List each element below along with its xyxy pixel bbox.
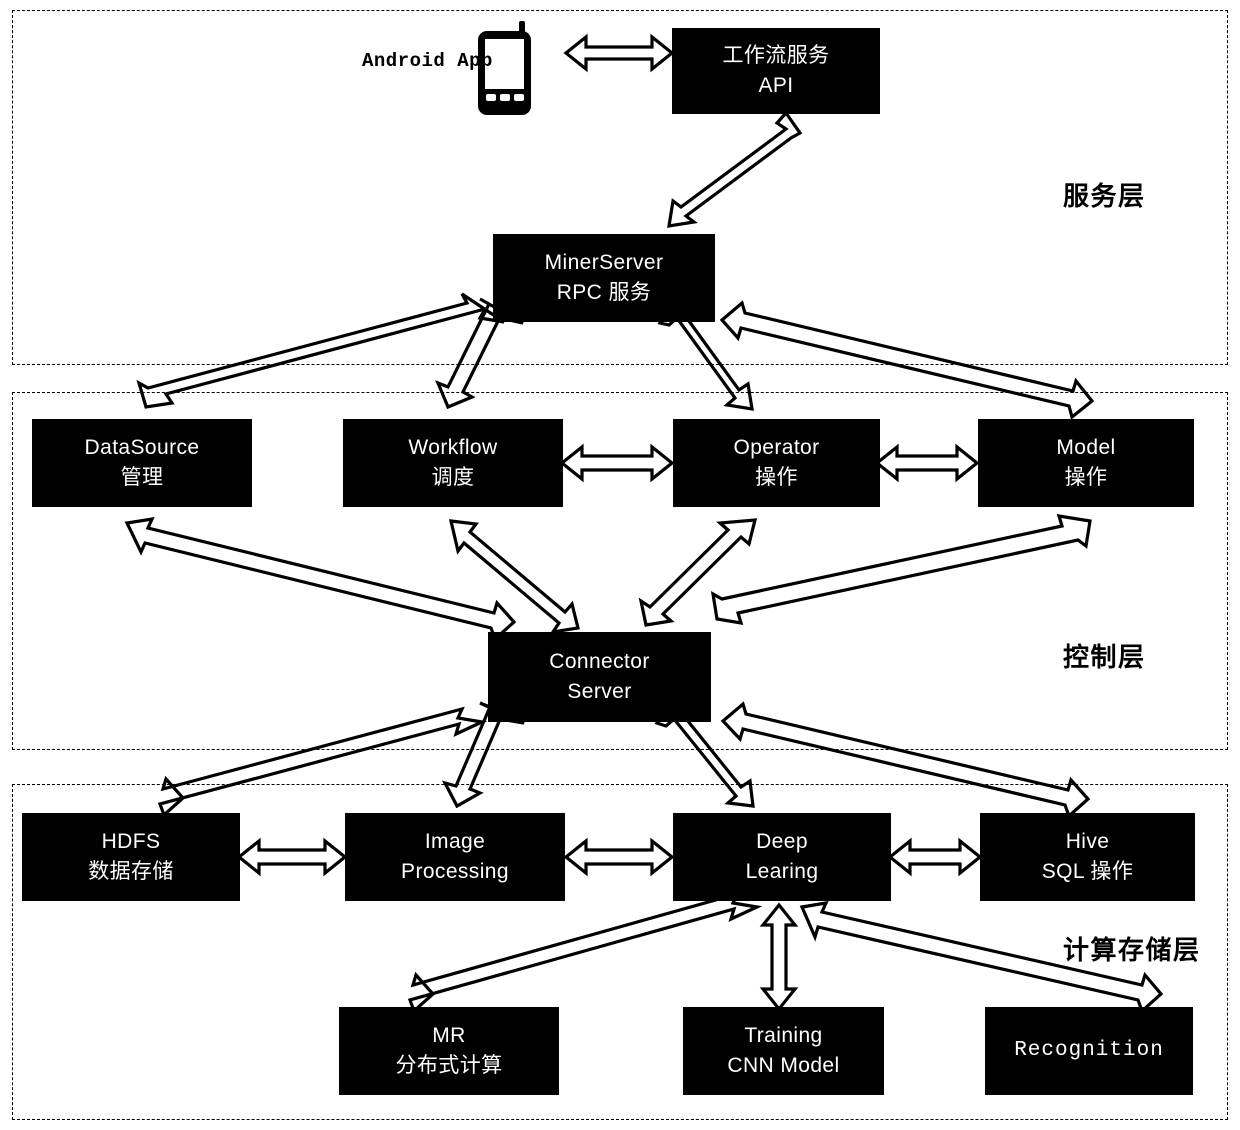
node-deep-learning-line1: Deep <box>756 829 808 853</box>
node-mr-line1: MR <box>432 1023 466 1047</box>
node-workflow-api-line2: API <box>758 74 794 97</box>
node-workflow-line2: 调度 <box>431 466 475 489</box>
node-image-processing-line2: Processing <box>401 860 509 883</box>
node-model-line2: 操作 <box>1064 466 1108 489</box>
node-hive-line2: SQL 操作 <box>1041 860 1134 883</box>
node-deep-learning-line2: Learing <box>745 860 819 883</box>
node-mr-line2: 分布式计算 <box>395 1054 503 1077</box>
node-workflow-api-line1: 工作流服务 <box>722 43 830 67</box>
node-training-line2: CNN Model <box>727 1054 840 1077</box>
node-mr[interactable]: MR 分布式计算 <box>339 1007 559 1095</box>
android-app-label: Android App <box>362 50 493 72</box>
node-training-line1: Training <box>744 1023 823 1047</box>
layer-caption-compute: 计算存储层 <box>1063 935 1201 965</box>
node-model[interactable]: Model 操作 <box>978 419 1194 507</box>
node-workflow[interactable]: Workflow 调度 <box>343 419 563 507</box>
node-model-line1: Model <box>1056 435 1116 459</box>
node-recognition-line1: Recognition <box>1014 1038 1164 1062</box>
node-connector-server[interactable]: Connector Server <box>488 632 711 722</box>
node-workflow-api[interactable]: 工作流服务 API <box>672 28 880 114</box>
node-datasource-line1: DataSource <box>84 435 200 459</box>
layer-caption-service: 服务层 <box>1063 181 1146 211</box>
node-miner-server-line1: MinerServer <box>544 250 664 274</box>
architecture-diagram: 服务层 控制层 计算存储层 Android App 工作流服务 API Mine… <box>0 0 1240 1130</box>
node-connector-server-line2: Server <box>567 680 632 703</box>
node-operator[interactable]: Operator 操作 <box>673 419 880 507</box>
layer-caption-control: 控制层 <box>1063 642 1146 672</box>
node-hdfs-line1: HDFS <box>101 829 161 853</box>
node-connector-server-line1: Connector <box>549 649 650 673</box>
node-hdfs-line2: 数据存储 <box>88 860 174 883</box>
node-datasource[interactable]: DataSource 管理 <box>32 419 252 507</box>
node-operator-line1: Operator <box>733 435 820 459</box>
node-hive[interactable]: Hive SQL 操作 <box>980 813 1195 901</box>
node-deep-learning[interactable]: Deep Learing <box>673 813 891 901</box>
node-hive-line1: Hive <box>1065 829 1110 853</box>
node-image-processing[interactable]: Image Processing <box>345 813 565 901</box>
node-workflow-line1: Workflow <box>408 435 498 459</box>
node-hdfs[interactable]: HDFS 数据存储 <box>22 813 240 901</box>
node-miner-server-line2: RPC 服务 <box>556 281 652 304</box>
node-miner-server[interactable]: MinerServer RPC 服务 <box>493 234 715 322</box>
node-operator-line2: 操作 <box>755 466 798 489</box>
node-datasource-line2: 管理 <box>120 466 164 489</box>
node-training[interactable]: Training CNN Model <box>683 1007 884 1095</box>
node-recognition[interactable]: Recognition <box>985 1007 1193 1095</box>
node-image-processing-line1: Image <box>424 829 486 853</box>
